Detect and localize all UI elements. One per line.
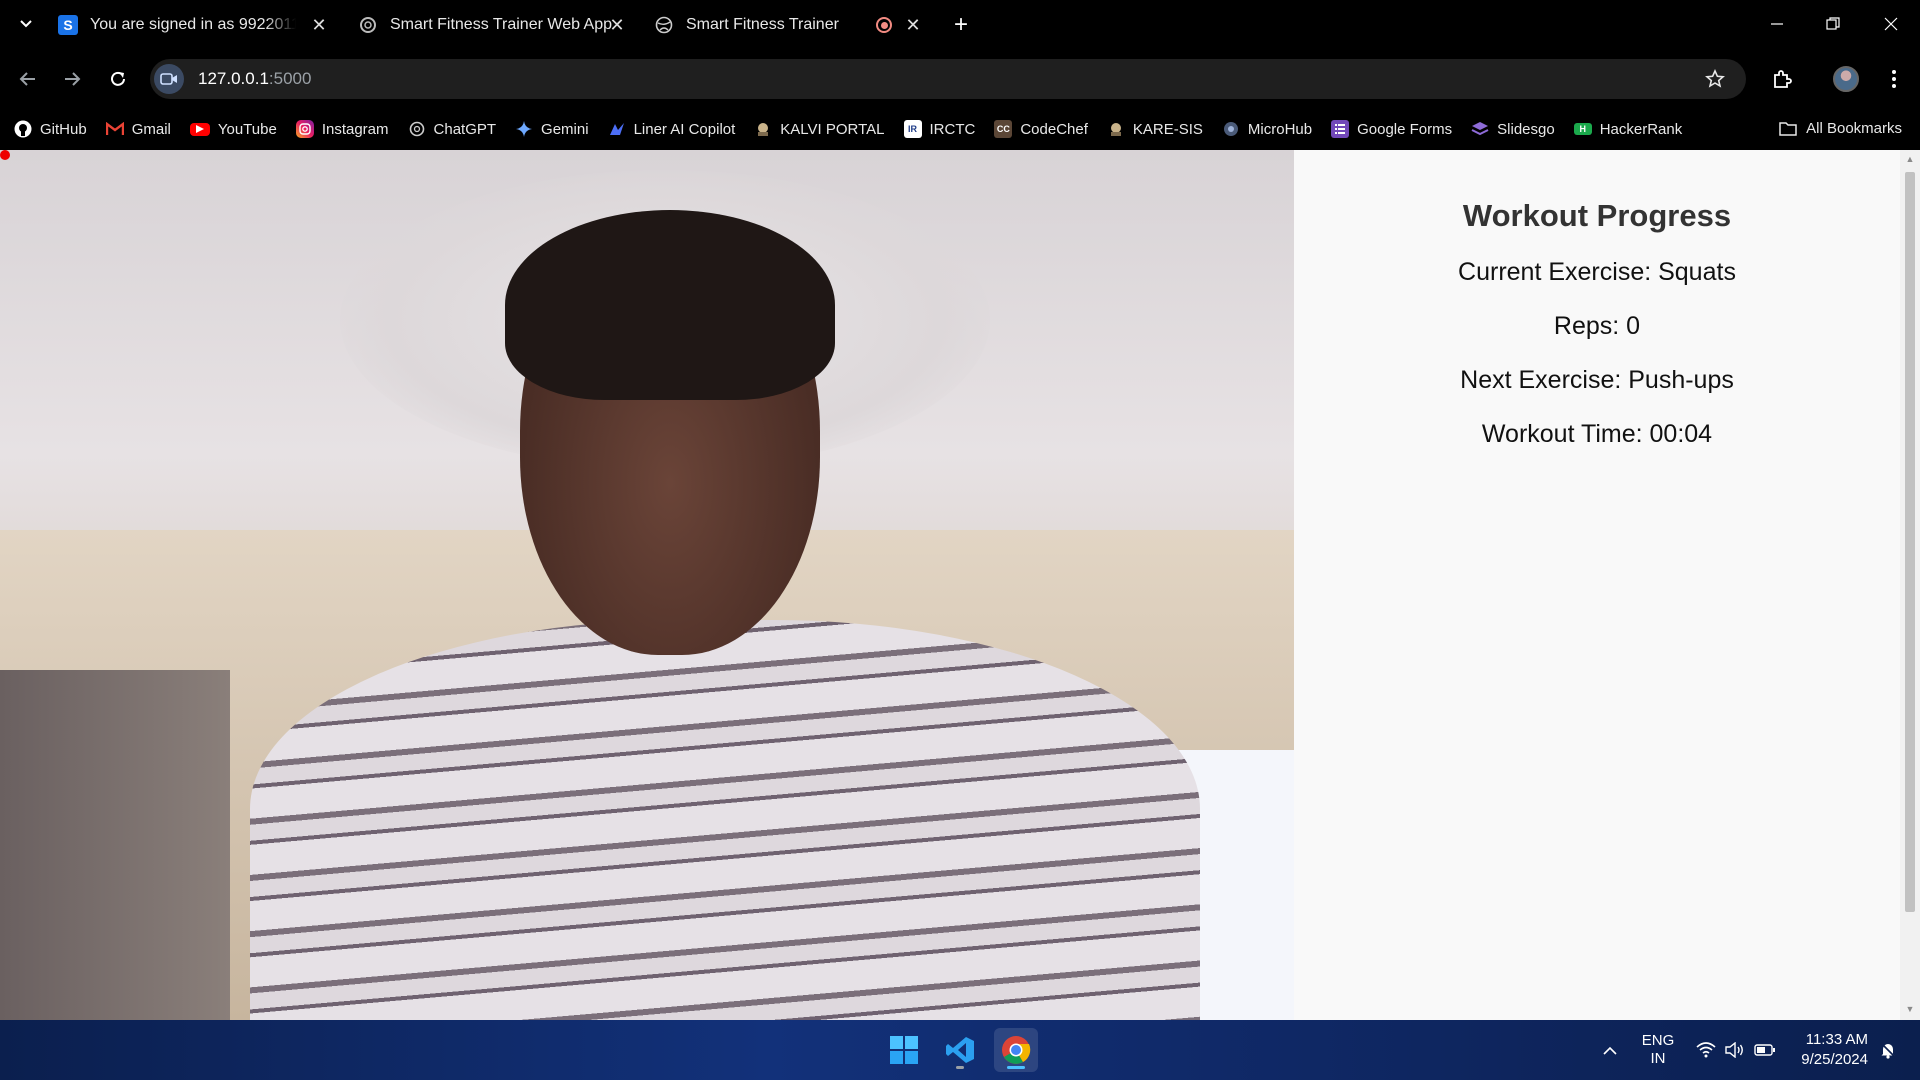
bookmark-instagram[interactable]: Instagram bbox=[295, 120, 389, 138]
battery-icon[interactable] bbox=[1752, 1020, 1778, 1080]
bookmark-gemini[interactable]: Gemini bbox=[515, 120, 589, 138]
tab-strip: S You are signed in as 992201105 ✕ Smart… bbox=[0, 0, 1920, 49]
forward-arrow-icon[interactable] bbox=[58, 65, 86, 93]
gemini-icon bbox=[515, 120, 533, 138]
volume-icon[interactable] bbox=[1723, 1020, 1747, 1080]
close-tab-icon[interactable]: ✕ bbox=[902, 14, 924, 36]
tab-title: Smart Fitness Trainer Web App bbox=[390, 16, 613, 33]
tab-search-chevron-icon[interactable] bbox=[12, 10, 40, 38]
bookmark-github[interactable]: GitHub bbox=[14, 120, 87, 138]
hackerrank-icon: H bbox=[1573, 123, 1592, 135]
tab-smart-fitness-trainer[interactable]: Smart Fitness Trainer ✕ bbox=[654, 6, 924, 44]
extensions-puzzle-icon[interactable] bbox=[1766, 63, 1798, 95]
new-tab-button[interactable]: + bbox=[948, 11, 974, 38]
url-text[interactable]: 127.0.0.1:5000 bbox=[198, 69, 311, 89]
kare-icon bbox=[1107, 120, 1125, 138]
clock[interactable]: 11:33 AM 9/25/2024 bbox=[1788, 1020, 1868, 1080]
recording-dot-icon bbox=[0, 150, 10, 160]
bookmark-kalvi-portal[interactable]: KALVI PORTAL bbox=[754, 120, 885, 138]
bookmark-star-icon[interactable] bbox=[1704, 68, 1726, 90]
scroll-down-icon[interactable]: ▼ bbox=[1905, 1004, 1915, 1014]
webcam-video-feed bbox=[0, 150, 1294, 1020]
restore-icon[interactable] bbox=[1818, 10, 1848, 38]
back-arrow-icon[interactable] bbox=[14, 65, 42, 93]
minimize-icon[interactable] bbox=[1762, 10, 1792, 38]
bookmark-youtube[interactable]: YouTube bbox=[189, 121, 277, 138]
bookmark-gmail[interactable]: Gmail bbox=[105, 120, 171, 138]
windows-taskbar: ENG IN 11:33 AM 9/25/2024 bbox=[0, 1020, 1920, 1080]
bookmark-irctc[interactable]: IR IRCTC bbox=[903, 120, 975, 138]
github-icon bbox=[14, 120, 32, 138]
s-favicon-icon: S bbox=[58, 15, 78, 35]
scroll-up-icon[interactable]: ▲ bbox=[1905, 154, 1915, 164]
all-bookmarks-button[interactable]: All Bookmarks bbox=[1779, 120, 1902, 137]
wifi-icon[interactable] bbox=[1694, 1020, 1718, 1080]
close-window-icon[interactable] bbox=[1876, 10, 1906, 38]
reps-text: Reps: 0 bbox=[1553, 312, 1641, 340]
tray-overflow-chevron-icon[interactable] bbox=[1598, 1020, 1622, 1080]
workout-progress-panel: Workout Progress Current Exercise: Squat… bbox=[1294, 150, 1900, 1020]
bookmark-kare-sis[interactable]: KARE-SIS bbox=[1107, 120, 1203, 138]
app-active-indicator bbox=[1007, 1066, 1025, 1069]
svg-text:S: S bbox=[63, 17, 72, 33]
recording-indicator-icon bbox=[876, 17, 892, 33]
workout-progress-title: Workout Progress bbox=[1462, 198, 1732, 233]
kalvi-icon bbox=[754, 120, 772, 138]
next-exercise-text: Next Exercise: Push-ups bbox=[1460, 366, 1734, 394]
google-forms-icon bbox=[1331, 120, 1350, 138]
input-language[interactable]: ENG IN bbox=[1640, 1020, 1676, 1080]
liner-icon bbox=[608, 120, 626, 138]
windows-start-icon[interactable] bbox=[882, 1028, 926, 1072]
bookmark-liner[interactable]: Liner AI Copilot bbox=[608, 120, 735, 138]
folder-icon bbox=[1779, 121, 1797, 136]
tab-title: Smart Fitness Trainer bbox=[686, 16, 839, 33]
bookmark-slidesgo[interactable]: Slidesgo bbox=[1471, 120, 1555, 138]
app-running-indicator bbox=[956, 1066, 964, 1069]
workout-time-text: Workout Time: 00:04 bbox=[1481, 420, 1713, 448]
bookmark-hackerrank[interactable]: H HackerRank bbox=[1573, 121, 1682, 138]
chrome-icon[interactable] bbox=[994, 1028, 1038, 1072]
youtube-icon bbox=[189, 122, 210, 136]
globe-favicon-icon bbox=[654, 15, 674, 35]
instagram-icon bbox=[295, 120, 314, 138]
notification-bell-icon[interactable] bbox=[1876, 1020, 1900, 1080]
bookmark-google-forms[interactable]: Google Forms bbox=[1331, 120, 1452, 138]
bookmarks-bar: GitHub Gmail YouTube Instagram ChatGPT G… bbox=[0, 108, 1920, 150]
slidesgo-icon bbox=[1471, 120, 1489, 138]
irctc-icon: IR bbox=[903, 120, 922, 138]
page-viewport: Workout Progress Current Exercise: Squat… bbox=[0, 150, 1920, 1020]
current-exercise-text: Current Exercise: Squats bbox=[1458, 258, 1736, 286]
vscode-icon[interactable] bbox=[938, 1028, 982, 1072]
close-tab-icon[interactable]: ✕ bbox=[606, 14, 628, 36]
profile-avatar[interactable] bbox=[1830, 63, 1862, 95]
scrollbar-thumb[interactable] bbox=[1905, 172, 1915, 912]
codechef-icon: CC bbox=[994, 120, 1013, 138]
page-scrollbar[interactable]: ▲ ▼ bbox=[1900, 150, 1920, 1020]
gmail-icon bbox=[105, 120, 124, 138]
openai-favicon-icon bbox=[358, 15, 378, 35]
bookmark-codechef[interactable]: CC CodeChef bbox=[994, 120, 1088, 138]
tab-title: You are signed in as 992201105 bbox=[90, 16, 296, 33]
bookmark-chatgpt[interactable]: ChatGPT bbox=[408, 120, 496, 138]
reload-icon[interactable] bbox=[104, 65, 132, 93]
bookmark-microhub[interactable]: MicroHub bbox=[1222, 120, 1312, 138]
close-tab-icon[interactable]: ✕ bbox=[308, 14, 330, 36]
address-bar[interactable]: 127.0.0.1:5000 bbox=[150, 59, 1746, 99]
microhub-icon bbox=[1222, 120, 1240, 138]
tab-signed-in[interactable]: S You are signed in as 992201105 ✕ bbox=[58, 6, 336, 44]
menu-kebab-icon[interactable] bbox=[1878, 63, 1910, 95]
browser-toolbar: 127.0.0.1:5000 bbox=[0, 49, 1920, 108]
chatgpt-icon bbox=[408, 120, 426, 138]
tab-smart-fitness-web-app[interactable]: Smart Fitness Trainer Web App ✕ bbox=[358, 6, 632, 44]
camera-in-use-icon[interactable] bbox=[154, 64, 184, 94]
